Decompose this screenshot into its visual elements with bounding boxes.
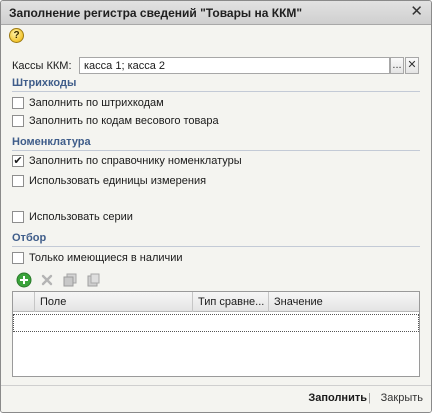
- only-available-checkbox[interactable]: [12, 252, 24, 264]
- use-units-label[interactable]: Использовать единицы измерения: [29, 175, 206, 187]
- nomenclature-divider: [12, 150, 420, 151]
- fill-by-weight-codes-checkbox[interactable]: [12, 115, 24, 127]
- close-button[interactable]: Закрыть: [381, 392, 423, 404]
- duplicate-icon[interactable]: [85, 272, 101, 288]
- fill-by-weight-codes-label[interactable]: Заполнить по кодам весового товара: [29, 115, 219, 127]
- close-window-icon[interactable]: ✕: [410, 4, 423, 20]
- column-header-comparison-label: Тип сравне...: [198, 296, 265, 308]
- fill-by-catalog-checkbox[interactable]: ✔: [12, 155, 24, 167]
- fill-by-barcodes-checkbox[interactable]: [12, 97, 24, 109]
- footer-separator: |: [368, 392, 371, 404]
- window-title: Заполнение регистра сведений "Товары на …: [9, 6, 303, 20]
- column-header-field[interactable]: Поле: [35, 292, 193, 312]
- filter-section-title: Отбор: [12, 232, 47, 244]
- table-row[interactable]: [13, 314, 419, 332]
- nomenclature-section-title: Номенклатура: [12, 136, 91, 148]
- column-header-value-label: Значение: [274, 296, 323, 308]
- add-icon[interactable]: [16, 272, 32, 288]
- use-series-checkbox[interactable]: [12, 211, 24, 223]
- dialog-window: Заполнение регистра сведений "Товары на …: [0, 0, 432, 413]
- only-available-label[interactable]: Только имеющиеся в наличии: [29, 252, 183, 264]
- column-header-value[interactable]: Значение: [269, 292, 419, 312]
- top-toolbar: ?: [1, 25, 431, 45]
- copy-icon[interactable]: [62, 272, 78, 288]
- filter-divider: [12, 246, 420, 247]
- barcodes-section-title: Штрихкоды: [12, 77, 77, 89]
- fill-by-barcodes-label[interactable]: Заполнить по штрихкодам: [29, 97, 164, 109]
- fill-by-catalog-label[interactable]: Заполнить по справочнику номенклатуры: [29, 155, 242, 167]
- help-icon[interactable]: ?: [9, 28, 24, 43]
- use-series-label[interactable]: Использовать серии: [29, 211, 133, 223]
- kkm-input[interactable]: касса 1; касса 2: [79, 57, 390, 74]
- barcodes-divider: [12, 91, 420, 92]
- kkm-input-value: касса 1; касса 2: [84, 60, 166, 72]
- kkm-select-button[interactable]: ...: [390, 57, 404, 74]
- column-header-field-label: Поле: [40, 296, 67, 308]
- kkm-clear-button[interactable]: ✕: [405, 57, 419, 74]
- delete-icon[interactable]: [39, 272, 55, 288]
- filter-table[interactable]: Поле Тип сравне... Значение: [12, 291, 420, 377]
- fill-button[interactable]: Заполнить: [308, 392, 367, 404]
- table-header-corner: [13, 292, 35, 312]
- use-units-checkbox[interactable]: [12, 175, 24, 187]
- title-bar[interactable]: Заполнение регистра сведений "Товары на …: [1, 1, 431, 25]
- filter-table-header: Поле Тип сравне... Значение: [13, 292, 419, 312]
- column-header-comparison[interactable]: Тип сравне...: [193, 292, 269, 312]
- kkm-label: Кассы ККМ:: [12, 60, 72, 72]
- dialog-footer: Заполнить | Закрыть: [1, 385, 431, 412]
